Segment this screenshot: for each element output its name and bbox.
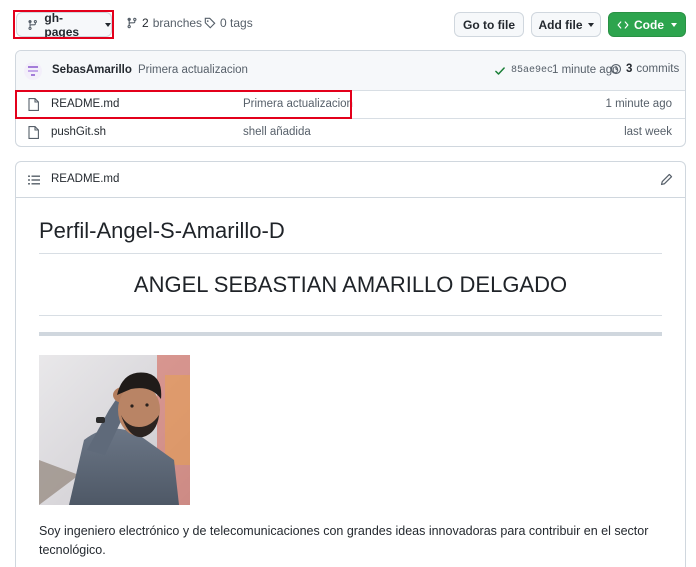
- code-button[interactable]: Code: [608, 12, 686, 37]
- go-to-file-button[interactable]: Go to file: [454, 12, 524, 37]
- file-name-link[interactable]: pushGit.sh: [51, 126, 106, 138]
- readme-filename[interactable]: README.md: [51, 173, 119, 185]
- file-icon: [28, 98, 39, 111]
- repo-toolbar: gh-pages 2 branches 0 tags Go to file Ad…: [0, 0, 696, 46]
- code-icon: [617, 20, 629, 29]
- file-commit-message[interactable]: Primera actualizacion: [243, 98, 353, 110]
- readme-panel: README.md Perfil-Angel-S-Amarillo-D ANGE…: [15, 161, 686, 567]
- table-row: README.md Primera actualizacion 1 minute…: [16, 91, 685, 119]
- chevron-down-icon: [105, 22, 111, 27]
- tags-link[interactable]: 0 tags: [204, 16, 253, 30]
- code-label: Code: [634, 17, 664, 32]
- file-list: SebasAmarillo Primera actualizacion 85ae…: [15, 50, 686, 147]
- readme-paragraph: Soy ingeniero electrónico y de telecomun…: [39, 524, 649, 557]
- commits-label: commits: [636, 63, 680, 75]
- chevron-down-icon: [671, 22, 677, 27]
- history-icon: [610, 63, 622, 75]
- divider: [39, 253, 662, 254]
- chevron-down-icon: [587, 22, 594, 27]
- add-file-label: Add file: [538, 17, 583, 32]
- commit-message[interactable]: Primera actualizacion: [138, 64, 248, 76]
- file-commit-time: last week: [624, 126, 672, 138]
- tags-label: 0 tags: [220, 16, 253, 30]
- avatar[interactable]: [24, 62, 42, 80]
- readme-header: README.md: [16, 162, 685, 198]
- branches-label: branches: [152, 16, 203, 30]
- readme-heading: ANGEL SEBASTIAN AMARILLO DELGADO: [133, 272, 568, 297]
- profile-photo[interactable]: [39, 355, 190, 505]
- commits-count: 3: [626, 63, 633, 75]
- commit-hash[interactable]: 85ae9ec: [511, 65, 553, 76]
- git-branch-icon: [28, 19, 37, 30]
- divider: [39, 315, 662, 316]
- pencil-icon[interactable]: [660, 173, 673, 186]
- add-file-button[interactable]: Add file: [531, 12, 601, 37]
- horizontal-rule: [39, 332, 662, 336]
- readme-title: Perfil-Angel-S-Amarillo-D: [39, 218, 285, 243]
- branch-name: gh-pages: [44, 10, 80, 39]
- commit-time: 1 minute ago: [552, 64, 619, 76]
- git-branch-icon: [127, 17, 137, 29]
- tag-icon: [204, 17, 216, 29]
- latest-commit-row: SebasAmarillo Primera actualizacion 85ae…: [16, 51, 685, 91]
- file-icon: [28, 126, 39, 139]
- readme-content: Perfil-Angel-S-Amarillo-D ANGEL SEBASTIA…: [16, 198, 685, 567]
- go-to-file-label: Go to file: [463, 17, 515, 32]
- file-commit-time: 1 minute ago: [605, 98, 673, 110]
- list-icon[interactable]: [28, 174, 40, 186]
- file-name-link[interactable]: README.md: [51, 98, 119, 110]
- check-icon: [495, 67, 505, 75]
- table-row: pushGit.sh shell añadida last week: [16, 119, 685, 146]
- commits-link[interactable]: 3 commits: [610, 63, 679, 75]
- branches-count: 2: [142, 16, 149, 30]
- commit-author[interactable]: SebasAmarillo: [52, 64, 132, 76]
- file-commit-message[interactable]: shell añadida: [243, 126, 311, 138]
- branches-link[interactable]: 2 branches: [126, 16, 202, 30]
- branch-selector-button[interactable]: gh-pages: [16, 10, 112, 39]
